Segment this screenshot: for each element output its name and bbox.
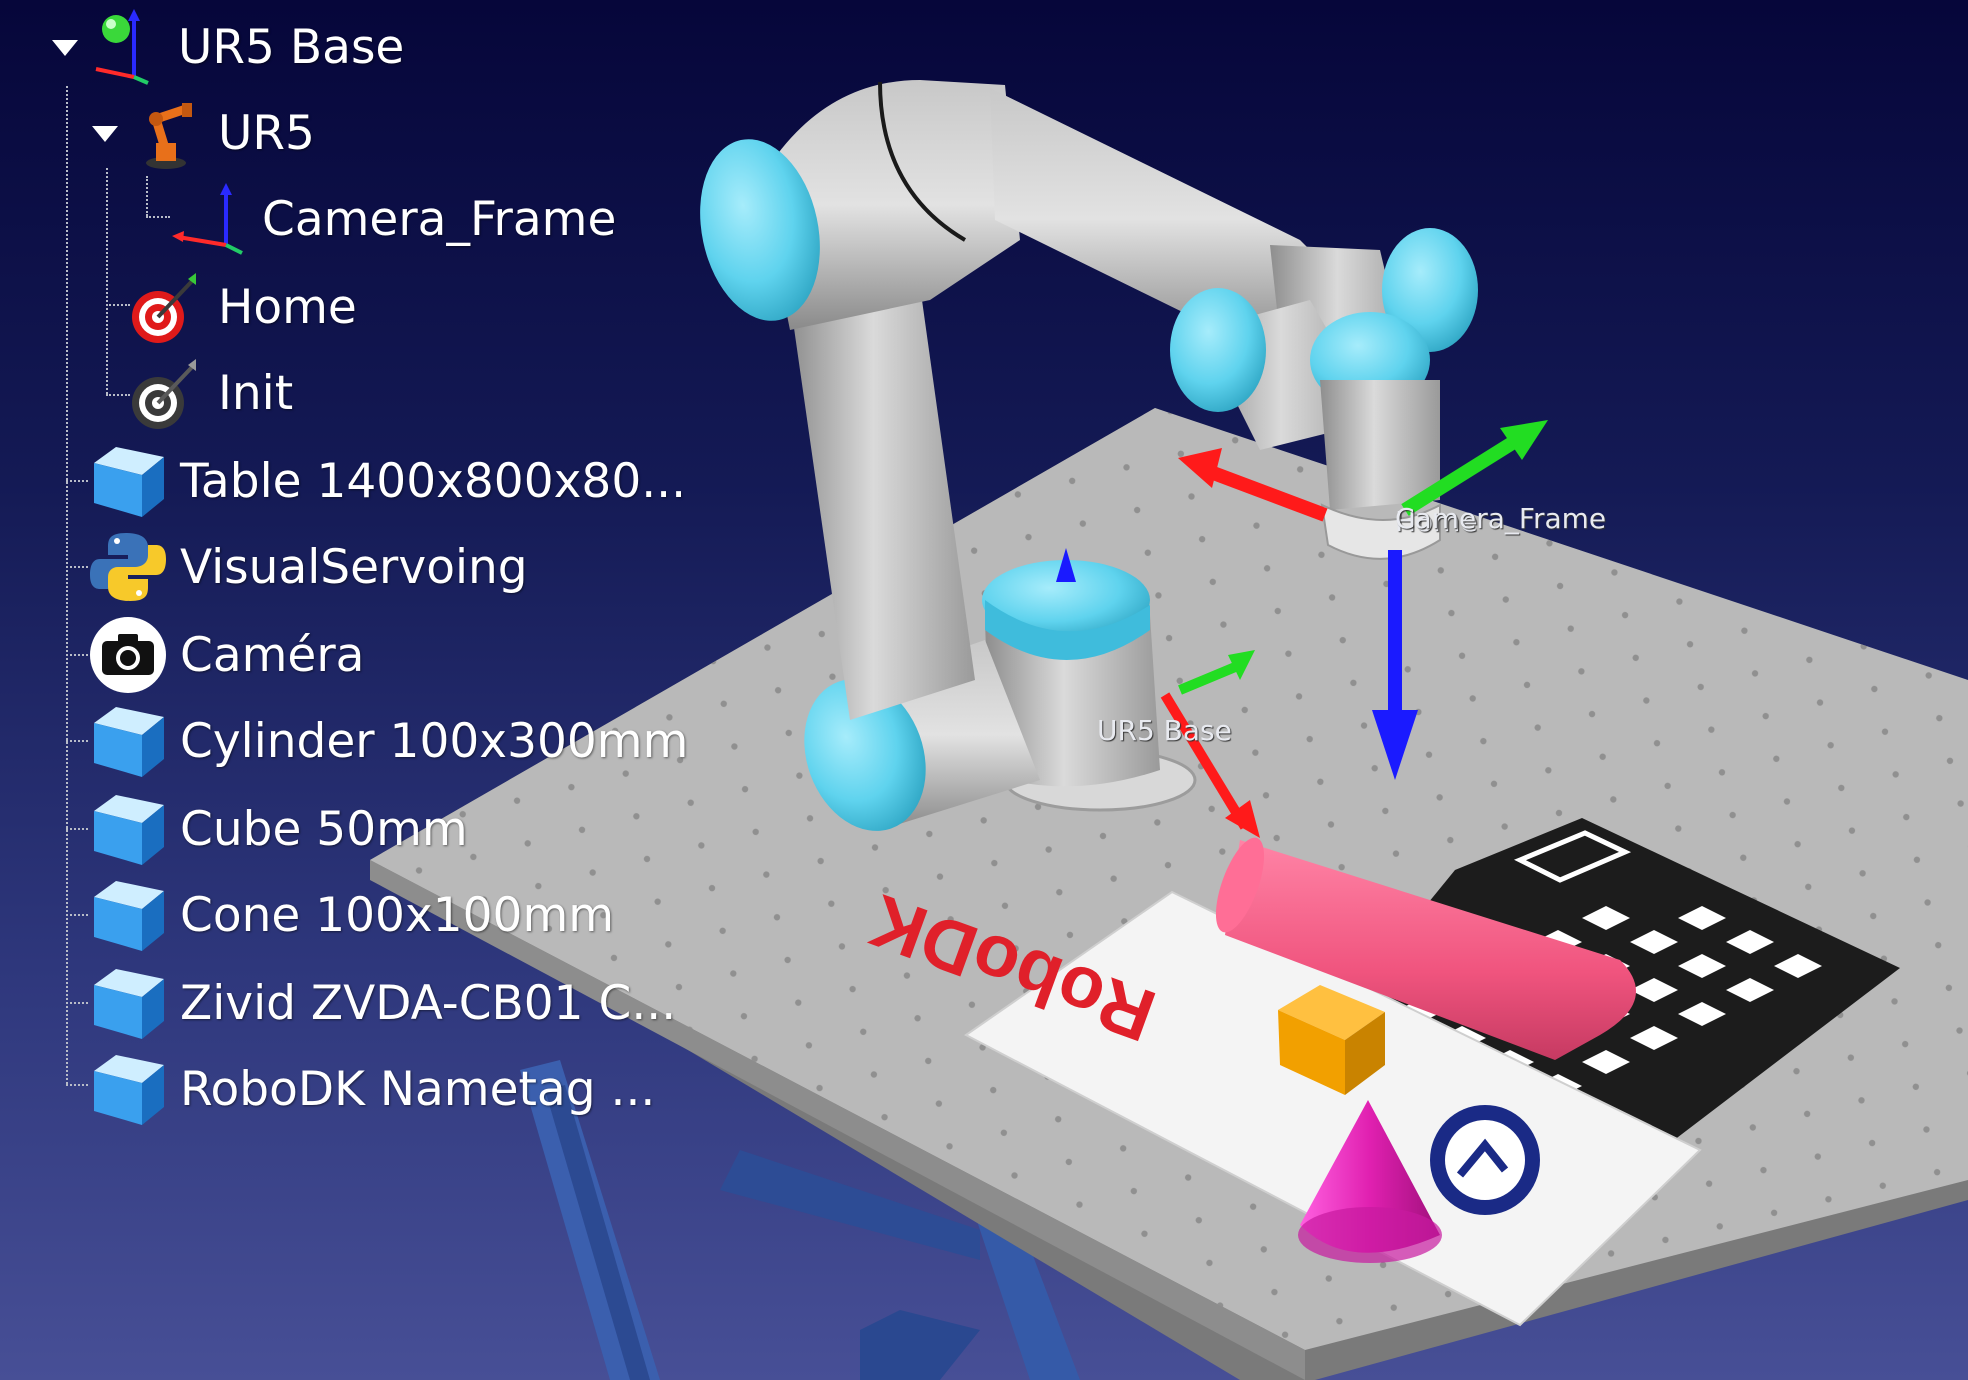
object-cube-icon [88,789,168,869]
tree-item-ur5[interactable]: UR5 [88,94,315,172]
tree-item-home[interactable]: Home [126,268,357,346]
tree-connector [66,654,88,656]
tree-item-table[interactable]: Table 1400x800x80... [88,442,686,520]
collapse-arrow-icon[interactable] [48,30,82,64]
tree-item-label: Cube 50mm [180,801,468,857]
tree-item-zivid-board[interactable]: Zivid ZVDA-CB01 C... [88,964,676,1042]
object-cube-icon [88,963,168,1043]
tree-item-label: UR5 [218,105,315,161]
target-icon [126,353,206,433]
reference-frame-icon [170,179,250,259]
reference-frame-icon [86,7,166,87]
object-cube-icon [88,701,168,781]
tree-item-label: Table 1400x800x80... [180,453,687,509]
station-tree: UR5 Base UR5 Camera_Frame Home Init Tabl… [0,0,700,1140]
tree-connector [106,168,108,394]
viewport-label-ur5-base: UR5 Base [1097,714,1232,747]
collapse-arrow-icon[interactable] [88,116,122,150]
tree-item-visual-servoing[interactable]: VisualServoing [88,528,528,606]
tree-connector [66,740,88,742]
tree-item-label: Cone 100x100mm [180,887,615,943]
tree-item-label: Home [218,279,357,335]
tree-connector [66,86,68,1084]
tree-item-label: Cylinder 100x300mm [180,713,689,769]
tree-connector [66,828,88,830]
tree-item-label: Caméra [180,627,365,683]
tree-item-nametag[interactable]: RoboDK Nametag ... [88,1050,655,1128]
python-icon [88,527,168,607]
viewport-label-camera-frame: Camera_Frame [1395,502,1607,535]
tree-connector [146,216,170,218]
tree-item-label: RoboDK Nametag ... [180,1061,656,1117]
tree-connector [66,914,88,916]
tree-item-cube[interactable]: Cube 50mm [88,790,468,868]
tree-connector [66,1002,88,1004]
tree-item-cone[interactable]: Cone 100x100mm [88,876,614,954]
tree-connector [66,566,88,568]
object-cube-icon [88,875,168,955]
tree-item-ur5-base[interactable]: UR5 Base [48,8,404,86]
object-cube-icon [88,1049,168,1129]
tree-item-label: Zivid ZVDA-CB01 C... [180,975,677,1031]
tree-connector [66,480,88,482]
tree-item-label: VisualServoing [180,539,528,595]
tree-item-camera-frame[interactable]: Camera_Frame [170,180,616,258]
target-icon [126,267,206,347]
tree-item-label: UR5 Base [178,19,405,75]
tree-item-camera[interactable]: Caméra [88,616,364,694]
tree-item-init[interactable]: Init [126,354,293,432]
tree-connector [66,1084,88,1086]
tree-connector [146,176,148,216]
robot-arm-icon [126,93,206,173]
camera-icon [88,615,168,695]
tree-item-cylinder[interactable]: Cylinder 100x300mm [88,702,688,780]
tree-item-label: Init [218,365,294,421]
object-cube-icon [88,441,168,521]
tree-item-label: Camera_Frame [262,191,617,247]
